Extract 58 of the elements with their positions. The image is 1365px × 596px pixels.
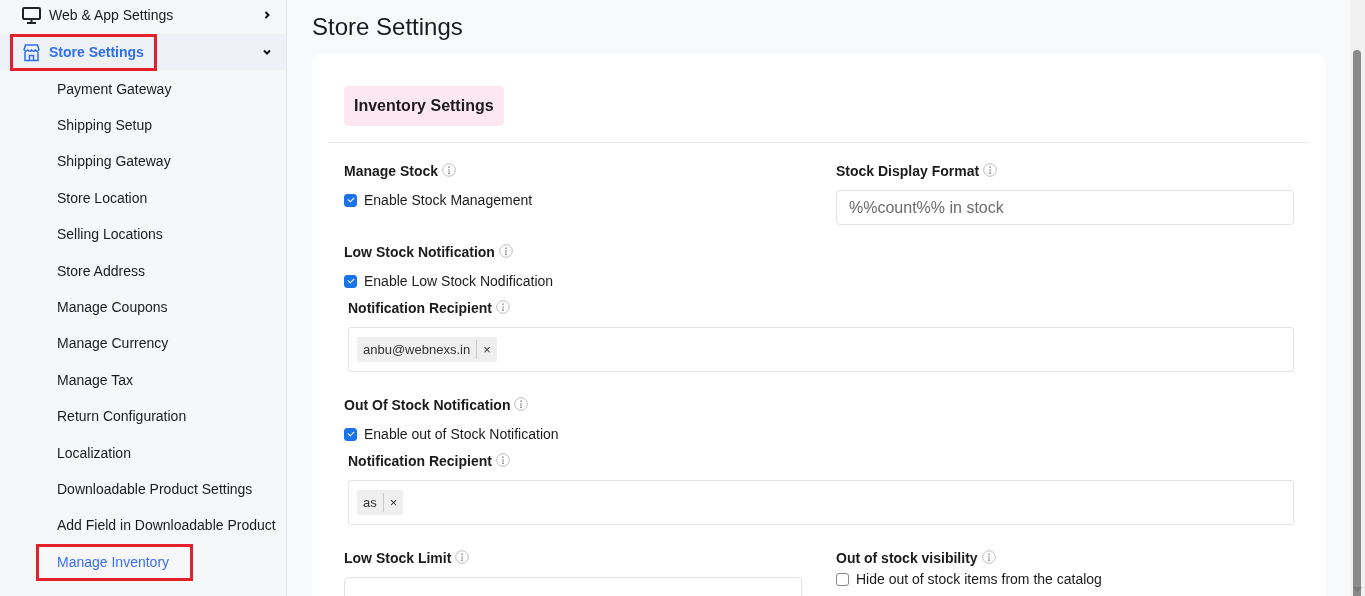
info-icon[interactable] [498, 244, 513, 258]
field-label: Out Of Stock Notification [344, 397, 511, 414]
field-label: Low Stock Limit [344, 550, 452, 567]
info-icon[interactable] [983, 163, 998, 177]
section-title: Inventory Settings [344, 86, 504, 126]
checkbox-label[interactable]: Hide out of stock items from the catalog [856, 571, 1102, 587]
field-label: Notification Recipient [348, 300, 492, 317]
sidebar-link[interactable]: Return Configuration [36, 398, 211, 436]
info-icon[interactable] [442, 163, 457, 177]
field-label: Stock Display Format [836, 163, 980, 180]
store-icon [22, 42, 41, 62]
page-title: Store Settings [311, 12, 464, 42]
tag-label: anbu@webnexs.in [362, 342, 472, 357]
info-icon[interactable] [514, 397, 529, 411]
recipient-field[interactable]: as × [348, 480, 1294, 525]
sidebar-label: Web & App Settings [49, 7, 174, 23]
sidebar-link[interactable]: Shipping Gateway [36, 143, 195, 181]
sidebar-link[interactable]: Manage Inventory [36, 543, 194, 581]
sidebar-item[interactable]: Web & App Settings [0, 0, 286, 30]
sidebar-link[interactable]: Downloadable Product Settings [36, 471, 277, 508]
recipient-field[interactable]: anbu@webnexs.in × [348, 327, 1294, 372]
scroll-down-icon[interactable] [1353, 587, 1362, 593]
text-field[interactable]: %%count%% in stock [836, 190, 1294, 225]
sidebar-link[interactable]: Store Address [36, 252, 169, 290]
info-icon[interactable] [981, 550, 996, 564]
tag-label: as [362, 495, 378, 510]
sidebar-link[interactable]: Add Field in Downloadable Product [36, 507, 286, 545]
chevron-down-icon [262, 47, 272, 57]
checkbox[interactable] [344, 427, 357, 441]
sidebar-item[interactable]: Store Settings [0, 34, 286, 70]
field-label: Manage Stock [344, 163, 439, 180]
info-icon[interactable] [495, 300, 510, 314]
sidebar-link[interactable]: Payment Gateway [36, 70, 196, 108]
remove-button[interactable]: × [382, 493, 404, 512]
sidebar-link[interactable]: Selling Locations [36, 216, 187, 254]
remove-button[interactable]: × [476, 340, 497, 359]
info-icon[interactable] [495, 453, 510, 467]
sidebar-link[interactable]: Store Location [36, 179, 172, 217]
sidebar-link[interactable]: Localization [36, 434, 155, 472]
info-icon[interactable] [455, 550, 470, 564]
checkbox[interactable] [344, 193, 357, 207]
field-label: Low Stock Notification [344, 244, 495, 261]
checkbox-label[interactable]: Enable Low Stock Nodification [364, 273, 554, 289]
checkbox-label[interactable]: Enable out of Stock Notification [364, 426, 559, 442]
field-label: Notification Recipient [348, 453, 492, 470]
sidebar-link[interactable]: Manage Tax [36, 361, 157, 399]
checkbox-label[interactable]: Enable Stock Management [364, 192, 533, 208]
scrollbar[interactable] [1350, 0, 1365, 596]
field-label: Out of stock visibility [836, 550, 978, 567]
sidebar-link[interactable]: Shipping Setup [36, 107, 176, 145]
sidebar-link[interactable]: Manage Currency [36, 325, 193, 363]
sidebar-link[interactable]: Manage Coupons [36, 289, 192, 327]
sidebar-label: Store Settings [49, 44, 144, 60]
scroll-thumb[interactable] [1353, 50, 1361, 596]
chevron-right-icon [262, 10, 272, 20]
checkbox[interactable] [836, 572, 849, 586]
monitor-icon [22, 6, 41, 24]
checkbox[interactable] [344, 274, 357, 288]
